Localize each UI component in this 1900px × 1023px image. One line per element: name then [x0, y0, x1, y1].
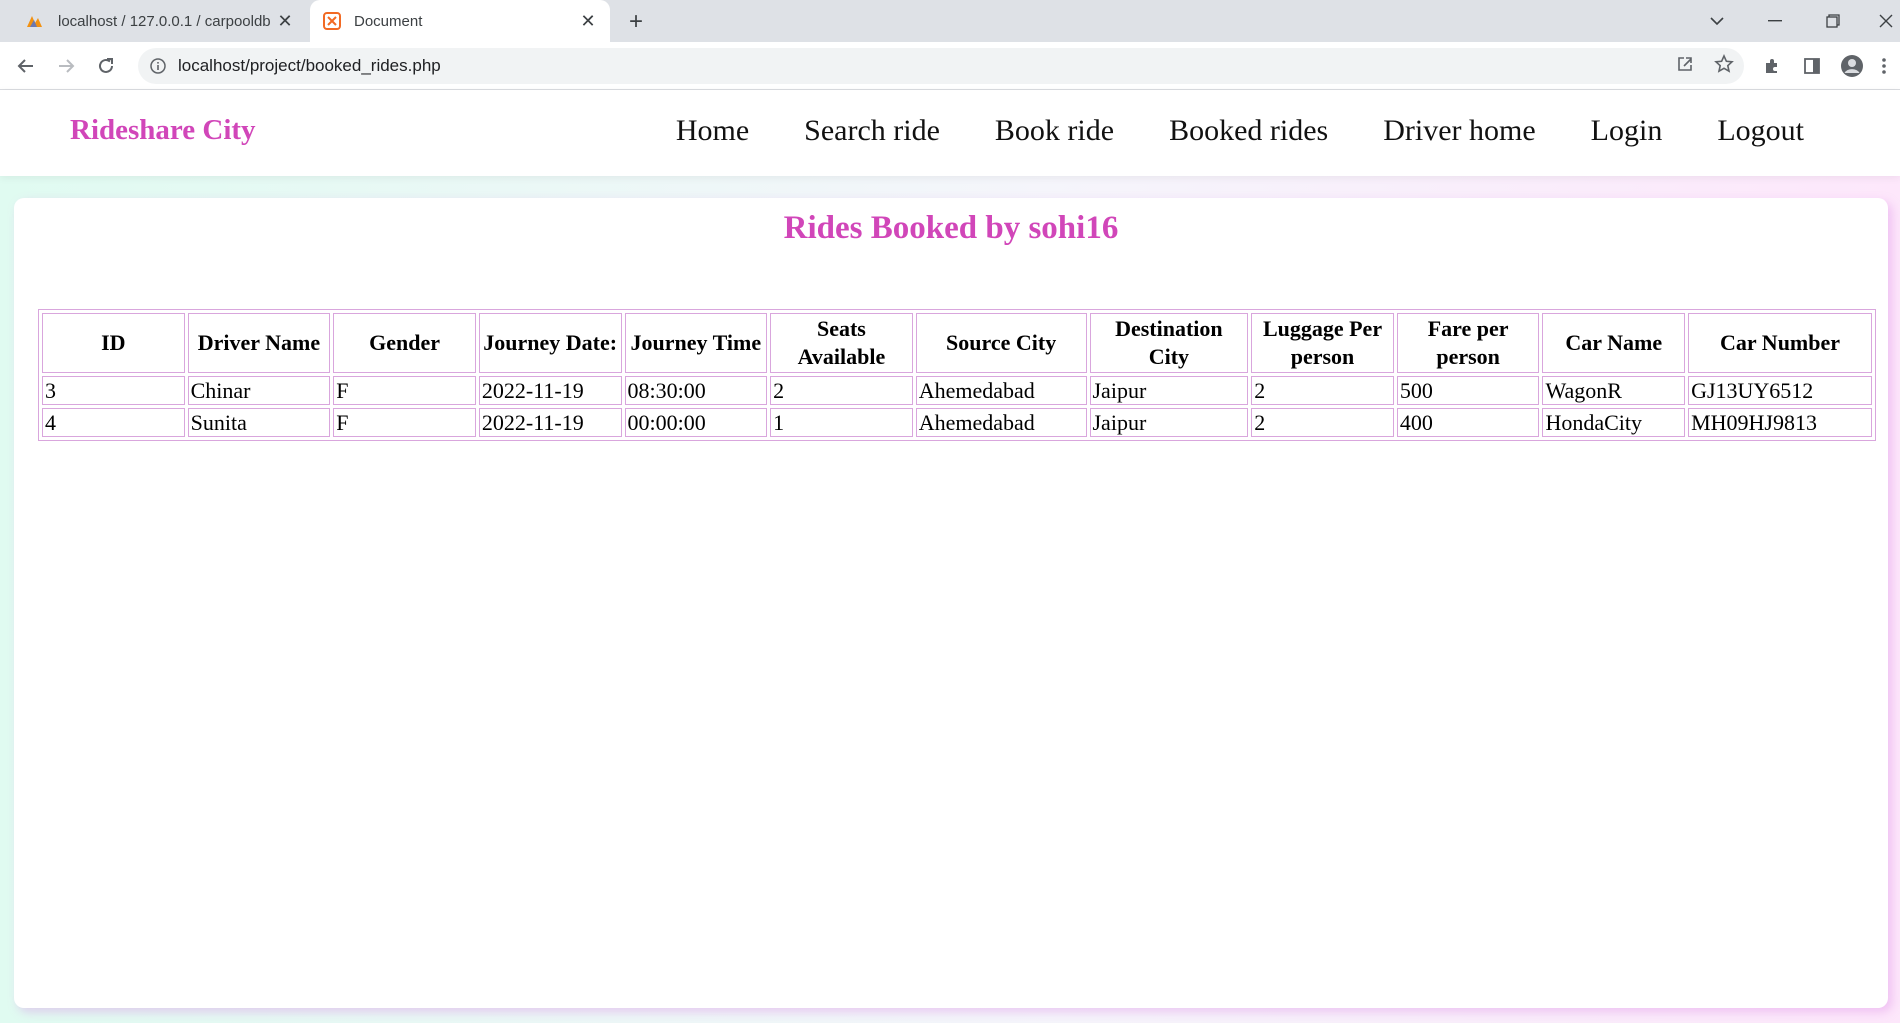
browser-menu-icon[interactable]: [1872, 50, 1896, 82]
column-header: Car Name: [1542, 313, 1686, 373]
browser-toolbar: localhost/project/booked_rides.php: [0, 42, 1900, 90]
column-header: ID: [42, 313, 185, 373]
site-info-icon[interactable]: [148, 56, 168, 76]
page-body: Rideshare City Home Search ride Book rid…: [0, 90, 1900, 1023]
site-navbar: Rideshare City Home Search ride Book rid…: [0, 90, 1900, 176]
column-header: Fare per person: [1396, 313, 1540, 373]
tab-title: Document: [354, 12, 423, 30]
table-cell: 00:00:00: [624, 408, 768, 437]
nav-link-home[interactable]: Home: [676, 114, 749, 148]
share-icon[interactable]: [1676, 55, 1694, 78]
new-tab-icon[interactable]: +: [622, 8, 650, 36]
column-header: Journey Time: [624, 313, 768, 373]
nav-links: Home Search ride Book ride Booked rides …: [621, 114, 1804, 148]
table-cell: WagonR: [1542, 376, 1686, 405]
browser-tab-phpmyadmin[interactable]: localhost / 127.0.0.1 / carpooldb ✕: [14, 0, 307, 42]
table-row: 3 Chinar F 2022-11-19 08:30:00 2 Ahemeda…: [42, 376, 1872, 405]
nav-link-booked-rides[interactable]: Booked rides: [1169, 114, 1328, 148]
browser-tab-document[interactable]: Document ✕: [310, 0, 610, 42]
site-brand[interactable]: Rideshare City: [70, 114, 256, 147]
column-header: Journey Date:: [478, 313, 622, 373]
nav-link-search-ride[interactable]: Search ride: [804, 114, 940, 148]
table-cell: 08:30:00: [624, 376, 768, 405]
table-cell: 400: [1396, 408, 1540, 437]
close-window-icon[interactable]: [1866, 4, 1900, 38]
table-cell: GJ13UY6512: [1688, 376, 1872, 405]
back-icon[interactable]: [10, 50, 42, 82]
nav-link-book-ride[interactable]: Book ride: [995, 114, 1114, 148]
table-cell: 4: [42, 408, 185, 437]
address-bar[interactable]: localhost/project/booked_rides.php: [138, 48, 1744, 84]
profile-avatar-icon[interactable]: [1836, 50, 1868, 82]
phpmyadmin-icon: [26, 11, 46, 31]
column-header: Gender: [333, 313, 476, 373]
tab-search-icon[interactable]: [1697, 4, 1737, 38]
table-cell: MH09HJ9813: [1688, 408, 1872, 437]
table-cell: Chinar: [187, 376, 331, 405]
column-header: Car Number: [1688, 313, 1872, 373]
minimize-icon[interactable]: [1755, 4, 1795, 38]
column-header: Destination City: [1089, 313, 1249, 373]
nav-link-driver-home[interactable]: Driver home: [1383, 114, 1535, 148]
table-cell: Jaipur: [1089, 376, 1249, 405]
table-cell: 2022-11-19: [478, 408, 622, 437]
table-cell: Ahemedabad: [915, 376, 1087, 405]
tab-title: localhost / 127.0.0.1 / carpooldb: [58, 12, 271, 30]
table-cell: Ahemedabad: [915, 408, 1087, 437]
bookmark-star-icon[interactable]: [1714, 53, 1734, 79]
close-tab-icon[interactable]: ✕: [273, 9, 297, 33]
column-header: Luggage Per person: [1251, 313, 1394, 373]
xampp-icon: [322, 11, 342, 31]
side-panel-icon[interactable]: [1796, 50, 1828, 82]
column-header: Source City: [915, 313, 1087, 373]
table-cell: Sunita: [187, 408, 331, 437]
column-header: Seats Available: [770, 313, 913, 373]
table-header-row: ID Driver Name Gender Journey Date: Jour…: [42, 313, 1872, 373]
table-cell: 2: [770, 376, 913, 405]
restore-icon[interactable]: [1813, 4, 1853, 38]
table-cell: 2022-11-19: [478, 376, 622, 405]
table-cell: Jaipur: [1089, 408, 1249, 437]
table-cell: HondaCity: [1542, 408, 1686, 437]
booked-rides-table: ID Driver Name Gender Journey Date: Jour…: [38, 309, 1876, 441]
table-cell: F: [333, 376, 476, 405]
nav-link-logout[interactable]: Logout: [1717, 114, 1804, 148]
table-cell: F: [333, 408, 476, 437]
column-header: Driver Name: [187, 313, 331, 373]
table-row: 4 Sunita F 2022-11-19 00:00:00 1 Ahemeda…: [42, 408, 1872, 437]
forward-icon[interactable]: [50, 50, 82, 82]
nav-link-login[interactable]: Login: [1591, 114, 1663, 148]
url-text: localhost/project/booked_rides.php: [178, 56, 441, 75]
table-cell: 1: [770, 408, 913, 437]
table-cell: 3: [42, 376, 185, 405]
table-cell: 2: [1251, 408, 1394, 437]
close-tab-icon[interactable]: ✕: [576, 9, 600, 33]
page-title: Rides Booked by sohi16: [783, 210, 1119, 246]
browser-tab-strip: localhost / 127.0.0.1 / carpooldb ✕ Docu…: [0, 0, 1900, 42]
content-card: Rides Booked by sohi16 ID Driver Name Ge…: [14, 198, 1888, 1008]
reload-icon[interactable]: [90, 50, 122, 82]
table-cell: 500: [1396, 376, 1540, 405]
table-cell: 2: [1251, 376, 1394, 405]
extensions-icon[interactable]: [1756, 50, 1788, 82]
